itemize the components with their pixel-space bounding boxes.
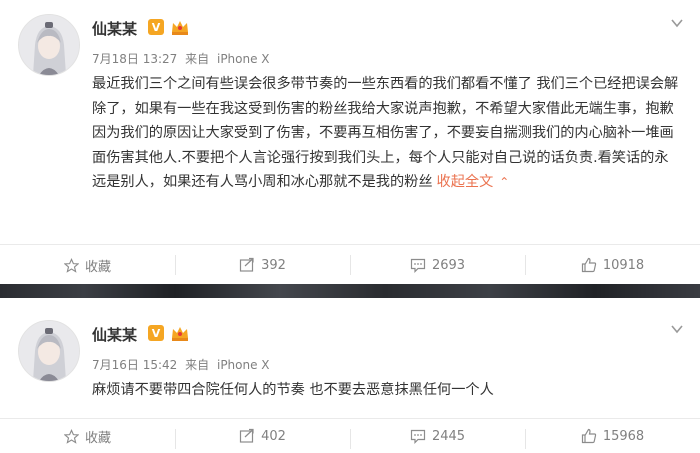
verified-v-icon[interactable]: V xyxy=(148,19,164,35)
action-bar: 收藏 402 2445 15968 xyxy=(0,418,700,453)
avatar[interactable] xyxy=(18,14,80,76)
star-icon xyxy=(63,428,79,444)
comment-count: 2445 xyxy=(431,428,466,444)
author-name[interactable]: 仙某某 xyxy=(92,18,137,39)
chevron-down-icon[interactable] xyxy=(670,16,684,30)
like-button[interactable]: 15968 xyxy=(525,419,700,453)
crown-badge-icon[interactable] xyxy=(170,18,190,36)
post-meta: 7月16日 15:42 来自 iPhone X xyxy=(92,356,274,373)
feed-divider xyxy=(0,284,700,298)
comment-icon xyxy=(410,429,426,444)
source-prefix: 来自 xyxy=(185,52,210,66)
avatar[interactable] xyxy=(18,320,80,382)
comment-button[interactable]: 2693 xyxy=(350,245,525,285)
action-bar: 收藏 392 2693 10918 xyxy=(0,244,700,285)
comment-button[interactable]: 2445 xyxy=(350,419,525,453)
star-icon xyxy=(63,257,79,273)
like-count: 10918 xyxy=(602,257,645,273)
author-badges: V xyxy=(148,324,190,342)
chevron-up-icon[interactable]: ⌃ xyxy=(499,175,509,189)
like-button[interactable]: 10918 xyxy=(525,245,700,285)
favorite-label: 收藏 xyxy=(84,259,111,275)
repost-button[interactable]: 402 xyxy=(175,419,350,453)
thumbs-up-icon xyxy=(581,428,596,444)
comment-icon xyxy=(410,258,426,273)
comment-count: 2693 xyxy=(431,257,466,273)
repost-icon xyxy=(239,428,254,443)
source-prefix: 来自 xyxy=(185,358,210,372)
crown-badge-icon[interactable] xyxy=(170,324,190,342)
author-name[interactable]: 仙某某 xyxy=(92,324,137,345)
chevron-down-icon[interactable] xyxy=(670,322,684,336)
repost-count: 402 xyxy=(261,428,286,444)
repost-icon xyxy=(239,257,254,272)
favorite-button[interactable]: 收藏 xyxy=(0,245,175,285)
post-body: 麻烦请不要带四合院任何人的节奏 也不要去恶意抹黑任何一个人 xyxy=(92,382,494,398)
post-body: 最近我们三个之间有些误会很多带节奏的一些东西看的我们都看不懂了 我们三个已经把误… xyxy=(92,76,679,190)
favorite-label: 收藏 xyxy=(84,430,111,446)
post-date[interactable]: 7月16日 15:42 xyxy=(92,358,177,372)
post-source[interactable]: iPhone X xyxy=(217,358,270,372)
post-date[interactable]: 7月18日 13:27 xyxy=(92,52,177,66)
thumbs-up-icon xyxy=(581,257,596,273)
author-badges: V xyxy=(148,18,190,36)
post-source[interactable]: iPhone X xyxy=(217,52,270,66)
repost-count: 392 xyxy=(261,257,286,273)
like-count: 15968 xyxy=(602,428,645,444)
post-text: 麻烦请不要带四合院任何人的节奏 也不要去恶意抹黑任何一个人 xyxy=(92,378,682,403)
repost-button[interactable]: 392 xyxy=(175,245,350,285)
verified-v-icon[interactable]: V xyxy=(148,325,164,341)
post-meta: 7月18日 13:27 来自 iPhone X xyxy=(92,50,274,67)
post-text: 最近我们三个之间有些误会很多带节奏的一些东西看的我们都看不懂了 我们三个已经把误… xyxy=(92,72,682,195)
weibo-post: 仙某某 V 7月18日 13:27 来自 iPhone X 最近我们三个之间有些… xyxy=(0,0,700,284)
favorite-button[interactable]: 收藏 xyxy=(0,419,175,453)
collapse-link[interactable]: 收起全文 xyxy=(437,174,494,190)
